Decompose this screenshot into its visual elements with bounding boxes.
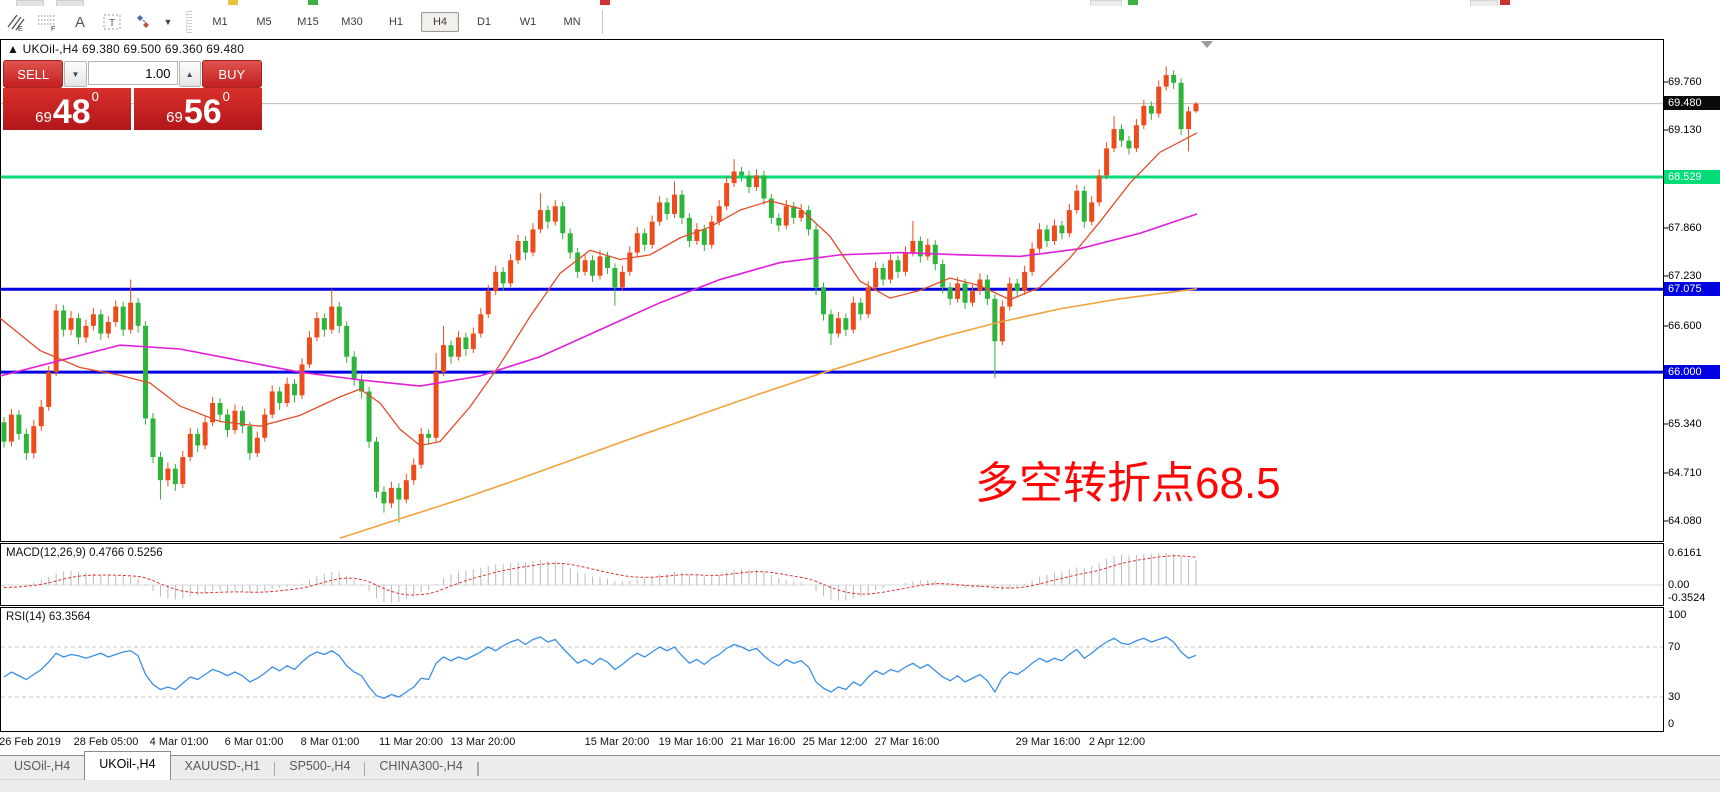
price-axis-tick: 66.600 bbox=[1668, 320, 1718, 332]
price-axis-tick: 64.710 bbox=[1668, 467, 1718, 479]
fibonacci-grid-icon[interactable]: F bbox=[35, 10, 61, 34]
date-axis-label: 4 Mar 01:00 bbox=[150, 736, 209, 748]
date-axis-label: 11 Mar 20:00 bbox=[379, 736, 443, 748]
timeframe-button-mn[interactable]: MN bbox=[553, 12, 591, 32]
price-badge: 69.480 bbox=[1664, 96, 1720, 110]
toolbar-divider bbox=[602, 10, 603, 34]
chart-tab-xauusdh1[interactable]: XAUUSD-,H1 bbox=[171, 756, 275, 780]
indicator-axis-tick: 70 bbox=[1668, 641, 1680, 653]
status-strip bbox=[0, 779, 1720, 792]
sell-price-display[interactable]: 69 48 0 bbox=[3, 88, 131, 130]
toolbar-fragment bbox=[1500, 0, 1510, 5]
chart-tab-sp500h4[interactable]: SP500-,H4 bbox=[275, 756, 364, 780]
date-axis-label: 21 Mar 16:00 bbox=[731, 736, 796, 748]
buy-price-pips: 56 bbox=[184, 97, 222, 127]
chart-tab-bar: USOil-,H4UKOil-,H4XAUUSD-,H1SP500-,H4CHI… bbox=[0, 755, 1720, 780]
date-axis-label: 6 Mar 01:00 bbox=[225, 736, 284, 748]
right-shift-marker[interactable] bbox=[1201, 41, 1213, 48]
text-icon[interactable]: A bbox=[67, 10, 93, 34]
toolbar-fragment bbox=[600, 0, 610, 5]
price-chart-canvas bbox=[0, 38, 1720, 756]
arrows-icon[interactable] bbox=[131, 10, 157, 34]
date-axis-label: 19 Mar 16:00 bbox=[659, 736, 724, 748]
price-axis-tick: 65.340 bbox=[1668, 418, 1718, 430]
svg-text:E: E bbox=[18, 26, 23, 32]
sell-price-base: 69 bbox=[35, 110, 52, 125]
rsi-indicator-label: RSI(14) 63.3564 bbox=[6, 611, 90, 623]
buy-price-fraction: 0 bbox=[223, 90, 230, 103]
timeframe-group: M1 M5 M15 M30 H1 H4 D1 W1 MN bbox=[198, 12, 594, 32]
sell-price-pips: 48 bbox=[53, 97, 91, 127]
indicator-axis-tick: 0.00 bbox=[1668, 579, 1689, 591]
date-axis-label: 29 Mar 16:00 bbox=[1016, 736, 1081, 748]
macd-indicator-label: MACD(12,26,9) 0.4766 0.5256 bbox=[6, 547, 163, 559]
chart-toolbar: E F A T ▼ M1 M5 M15 M30 H1 H4 D1 W1 MN bbox=[0, 6, 1720, 38]
timeframe-button-w1[interactable]: W1 bbox=[509, 12, 547, 32]
svg-text:T: T bbox=[109, 18, 115, 29]
toolbar-fragment bbox=[1128, 0, 1138, 5]
timeframe-button-h4[interactable]: H4 bbox=[421, 12, 459, 32]
volume-decrease-button[interactable]: ▼ bbox=[64, 61, 86, 87]
draw-studies-icon[interactable]: E bbox=[3, 10, 29, 34]
sell-price-fraction: 0 bbox=[92, 90, 99, 103]
chart-symbol-header: ▲ UKOil-,H4 69.380 69.500 69.360 69.480 bbox=[7, 42, 244, 56]
date-axis-label: 27 Mar 16:00 bbox=[875, 736, 940, 748]
indicator-axis-tick: -0.3524 bbox=[1668, 592, 1705, 604]
indicator-axis-tick: 0.6161 bbox=[1668, 547, 1702, 559]
buy-button[interactable]: BUY bbox=[202, 60, 262, 88]
date-axis-label: 15 Mar 20:00 bbox=[585, 736, 650, 748]
toolbar-drag-handle[interactable] bbox=[186, 11, 192, 33]
chart-tab-usoilh4[interactable]: USOil-,H4 bbox=[0, 756, 84, 780]
indicator-axis-tick: 100 bbox=[1668, 609, 1686, 621]
price-axis-tick: 64.080 bbox=[1668, 515, 1718, 527]
date-axis: 26 Feb 2019 28 Feb 05:00 4 Mar 01:00 6 Mar … bbox=[0, 733, 1663, 751]
svg-text:F: F bbox=[51, 26, 55, 32]
tab-separator bbox=[478, 762, 479, 776]
price-badge: 66.000 bbox=[1664, 365, 1720, 379]
one-click-trade-panel: SELL ▼ ▲ BUY 69 48 0 69 56 0 bbox=[3, 60, 262, 130]
chart-tab-china300h4[interactable]: CHINA300-,H4 bbox=[365, 756, 476, 780]
timeframe-button-m15[interactable]: M15 bbox=[289, 12, 327, 32]
date-axis-label: 28 Feb 05:00 bbox=[74, 736, 139, 748]
sell-button[interactable]: SELL bbox=[3, 60, 63, 88]
buy-price-display[interactable]: 69 56 0 bbox=[134, 88, 262, 130]
arrows-dropdown-icon[interactable]: ▼ bbox=[163, 10, 173, 34]
date-axis-label: 13 Mar 20:00 bbox=[451, 736, 516, 748]
indicator-axis-tick: 30 bbox=[1668, 691, 1680, 703]
timeframe-button-h1[interactable]: H1 bbox=[377, 12, 415, 32]
date-axis-label: 25 Mar 12:00 bbox=[803, 736, 868, 748]
timeframe-button-m30[interactable]: M30 bbox=[333, 12, 371, 32]
buy-price-base: 69 bbox=[166, 110, 183, 125]
volume-input[interactable] bbox=[88, 61, 178, 85]
timeframe-button-d1[interactable]: D1 bbox=[465, 12, 503, 32]
timeframe-button-m5[interactable]: M5 bbox=[245, 12, 283, 32]
indicator-axis-tick: 0 bbox=[1668, 718, 1674, 730]
timeframe-button-m1[interactable]: M1 bbox=[201, 12, 239, 32]
price-axis-tick: 69.760 bbox=[1668, 76, 1718, 88]
date-axis-label: 8 Mar 01:00 bbox=[301, 736, 360, 748]
volume-increase-button[interactable]: ▲ bbox=[179, 61, 201, 87]
price-axis-tick: 67.860 bbox=[1668, 222, 1718, 234]
date-axis-label: 26 Feb 2019 bbox=[0, 736, 61, 748]
price-badge: 67.075 bbox=[1664, 282, 1720, 296]
toolbar-fragment bbox=[308, 0, 318, 5]
price-badge: 68.529 bbox=[1664, 170, 1720, 184]
chart-area: ▲ UKOil-,H4 69.380 69.500 69.360 69.480 … bbox=[0, 38, 1720, 756]
text-label-icon[interactable]: T bbox=[99, 10, 125, 34]
chart-annotation-text: 多空转折点68.5 bbox=[975, 447, 1281, 511]
price-axis-tick: 69.130 bbox=[1668, 124, 1718, 136]
date-axis-label: 2 Apr 12:00 bbox=[1089, 736, 1145, 748]
price-axis-tick: 67.230 bbox=[1668, 270, 1718, 282]
toolbar-fragment bbox=[228, 0, 238, 5]
mt4-window: E F A T ▼ M1 M5 M15 M30 H1 H4 D1 W1 MN ▲ UKOil-,… bbox=[0, 0, 1720, 792]
chart-tab-ukoilh4[interactable]: UKOil-,H4 bbox=[84, 751, 170, 780]
